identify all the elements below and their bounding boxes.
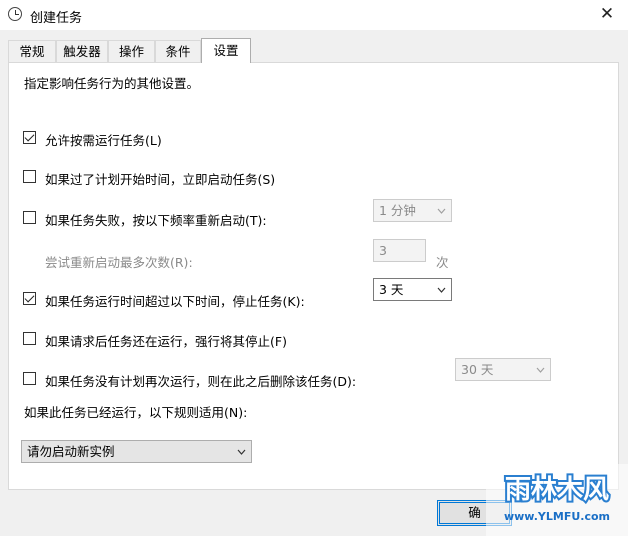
ylmf-watermark-logo: 雨林木风 www.YLMFU.com xyxy=(486,464,628,536)
title-bar: 创建任务 ✕ xyxy=(0,0,628,30)
stop-if-longer-label: 如果任务运行时间超过以下时间，停止任务(K): xyxy=(45,294,305,309)
running-rule-label: 如果此任务已经运行，以下规则适用(N): xyxy=(24,405,248,420)
allow-on-demand-checkbox[interactable] xyxy=(23,131,36,144)
allow-on-demand-label: 允许按需运行任务(L) xyxy=(45,133,162,148)
delete-after-select[interactable]: 30 天 xyxy=(455,358,551,381)
restart-on-fail-checkbox[interactable] xyxy=(23,211,36,224)
stop-if-longer-checkbox[interactable] xyxy=(23,292,36,305)
running-rule-value: 请勿启动新实例 xyxy=(27,444,115,459)
stop-duration-select[interactable]: 3 天 xyxy=(373,278,452,301)
delete-if-not-scheduled-label: 如果任务没有计划再次运行，则在此之后删除该任务(D): xyxy=(45,374,357,389)
chevron-down-icon xyxy=(437,205,446,217)
restart-attempts-value: 3 xyxy=(379,243,387,258)
run-if-missed-checkbox[interactable] xyxy=(23,170,36,183)
run-if-missed-label: 如果过了计划开始时间，立即启动任务(S) xyxy=(45,172,276,187)
window-title: 创建任务 xyxy=(30,11,83,26)
delete-after-value: 30 天 xyxy=(461,362,494,377)
watermark-url: www.YLMFU.com xyxy=(504,510,610,523)
restart-attempts-label: 尝试重新启动最多次数(R): xyxy=(45,255,193,270)
delete-if-not-scheduled-checkbox[interactable] xyxy=(23,372,36,385)
close-button[interactable]: ✕ xyxy=(594,2,620,26)
tab-conditions[interactable]: 条件 xyxy=(155,40,201,62)
restart-on-fail-label: 如果任务失败，按以下频率重新启动(T): xyxy=(45,213,267,228)
stop-duration-value: 3 天 xyxy=(379,282,404,297)
force-stop-checkbox[interactable] xyxy=(23,332,36,345)
task-scheduler-icon xyxy=(8,7,22,21)
tab-general[interactable]: 常规 xyxy=(8,40,56,62)
ok-button-label: 确 xyxy=(468,505,481,520)
running-rule-select[interactable]: 请勿启动新实例 xyxy=(21,440,252,463)
restart-interval-select[interactable]: 1 分钟 xyxy=(373,199,452,222)
restart-attempts-unit: 次 xyxy=(436,255,449,270)
chevron-down-icon xyxy=(237,446,246,458)
chevron-down-icon xyxy=(437,284,446,296)
restart-attempts-input[interactable]: 3 xyxy=(373,239,426,262)
tab-settings[interactable]: 设置 xyxy=(201,38,251,63)
force-stop-label: 如果请求后任务还在运行，强行将其停止(F) xyxy=(45,334,287,349)
tab-triggers[interactable]: 触发器 xyxy=(56,40,108,62)
settings-panel xyxy=(8,62,619,490)
tab-actions[interactable]: 操作 xyxy=(108,40,155,62)
watermark-brand: 雨林木风 xyxy=(505,475,609,505)
chevron-down-icon xyxy=(536,364,545,376)
restart-interval-value: 1 分钟 xyxy=(379,203,416,218)
settings-description: 指定影响任务行为的其他设置。 xyxy=(24,76,200,91)
